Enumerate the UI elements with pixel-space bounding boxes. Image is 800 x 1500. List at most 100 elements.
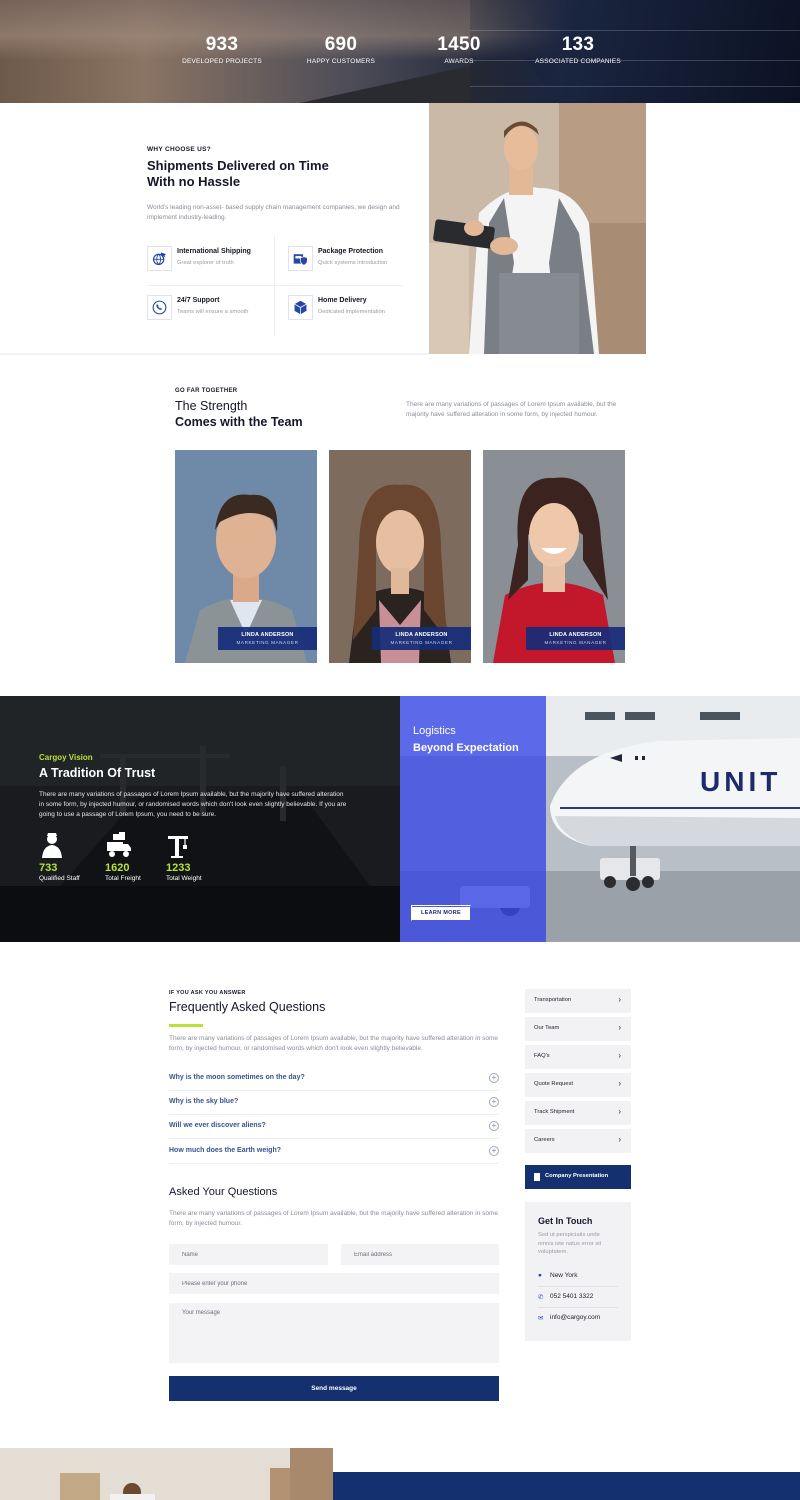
sidebar-item-track-shipment[interactable]: Track Shipment › — [525, 1101, 631, 1125]
faq-question[interactable]: Will we ever discover aliens? + — [169, 1115, 499, 1139]
worker-photo — [429, 103, 646, 354]
vision-eyebrow: Cargoy Vision — [39, 753, 93, 762]
phone-field[interactable] — [169, 1273, 499, 1294]
stat-label: ASSOCIATED COMPANIES — [535, 58, 621, 65]
box-delivery-icon — [288, 295, 313, 320]
feature-subtitle: Dedicated implementation — [318, 309, 386, 315]
touch-email[interactable]: ✉ info@cargoy.com — [538, 1311, 618, 1329]
section-divider — [0, 353, 429, 355]
faq-question-text: Why is the sky blue? — [169, 1098, 239, 1105]
message-field[interactable] — [169, 1303, 499, 1363]
sidebar-item-label: Our Team — [534, 1025, 560, 1031]
faq-question[interactable]: How much does the Earth weigh? + — [169, 1140, 499, 1164]
vision-stat-value: 1233 — [166, 862, 191, 874]
stat-label: AWARDS — [444, 58, 474, 65]
feature-title: International Shipping — [177, 248, 251, 255]
chevron-right-icon: › — [618, 1023, 621, 1032]
email-field[interactable] — [341, 1244, 499, 1265]
feature-title: Home Delivery — [318, 297, 367, 304]
team-member-card[interactable]: LINDA ANDERSON MARKETING MANAGER — [175, 450, 317, 663]
stat-value: 690 — [324, 34, 358, 55]
member-caption: LINDA ANDERSON MARKETING MANAGER — [526, 627, 625, 650]
sidebar-item-transportation[interactable]: Transportation › — [525, 989, 631, 1013]
faq-question[interactable]: Why is the sky blue? + — [169, 1091, 499, 1115]
vision-stat-freight: 1620 Total Freight — [105, 832, 165, 882]
member-role: MARKETING MANAGER — [544, 640, 607, 645]
feature-home-delivery: Home Delivery Dedicated implementation — [288, 295, 408, 335]
ask-title: Asked Your Questions — [169, 1186, 278, 1198]
freight-truck-icon — [107, 832, 131, 857]
faq-eyebrow: IF YOU ASK YOU ANSWER — [169, 990, 246, 996]
vision-stat-value: 733 — [39, 862, 58, 874]
plus-icon[interactable]: + — [489, 1121, 499, 1131]
stat-value: 133 — [561, 34, 595, 55]
location-pin-icon: ● — [538, 1272, 542, 1279]
member-name: LINDA ANDERSON — [241, 632, 294, 638]
why-description: World's leading non-asset- based supply … — [147, 204, 400, 221]
learn-more-button[interactable]: LEARN MORE — [412, 907, 470, 920]
team-title-line2: Comes with the Team — [175, 415, 303, 429]
crane-icon — [168, 836, 188, 858]
sidebar-item-careers[interactable]: Careers › — [525, 1129, 631, 1153]
send-message-button[interactable]: Send message — [169, 1376, 499, 1401]
sidebar-item-faqs[interactable]: FAQ's › — [525, 1045, 631, 1069]
vision-stat-weight: 1233 Total Weight — [166, 832, 226, 882]
team-member-card[interactable]: LINDA ANDERSON MARKETING MANAGER — [483, 450, 625, 663]
faq-question-text: Why is the moon sometimes on the day? — [169, 1074, 305, 1081]
touch-title: Get In Touch — [538, 1216, 593, 1226]
touch-location: ● New York — [538, 1269, 618, 1287]
name-field[interactable] — [169, 1244, 328, 1265]
vision-stat-staff: 733 Qualified Staff — [39, 832, 99, 882]
member-caption: LINDA ANDERSON MARKETING MANAGER — [218, 627, 317, 650]
faq-question[interactable]: Why is the moon sometimes on the day? + — [169, 1067, 499, 1091]
feature-subtitle: Teams will ensure a smooth — [177, 309, 249, 315]
touch-phone-text: 052 5401 3322 — [550, 1293, 594, 1300]
stat-developed-projects: 933 DEVELOPED PROJECTS — [162, 34, 282, 65]
sidebar-item-label: Track Shipment — [534, 1109, 575, 1115]
logistics-title-line2: Beyond Expectation — [413, 742, 519, 754]
globe-plane-icon — [147, 246, 172, 271]
sidebar-item-our-team[interactable]: Our Team › — [525, 1017, 631, 1041]
phone-support-icon — [147, 295, 172, 320]
member-role: MARKETING MANAGER — [390, 640, 453, 645]
vision-description: There are many variations of passages of… — [39, 791, 347, 818]
document-icon — [534, 1173, 540, 1181]
faq-description: There are many variations of passages of… — [169, 1035, 499, 1052]
vision-title: A Tradition Of Trust — [39, 766, 156, 780]
stat-label: DEVELOPED PROJECTS — [182, 58, 262, 65]
why-title-line1: Shipments Delivered on Time — [147, 158, 329, 173]
stat-value: 933 — [205, 34, 239, 55]
sidebar-item-label: FAQ's — [534, 1053, 550, 1059]
faq-title: Frequently Asked Questions — [169, 1000, 326, 1014]
company-presentation-label: Company Presentation — [545, 1173, 609, 1179]
stat-label: HAPPY CUSTOMERS — [306, 58, 376, 65]
plus-icon[interactable]: + — [489, 1146, 499, 1156]
stat-value: 1450 — [437, 34, 481, 55]
sidebar-item-label: Quote Request — [534, 1081, 573, 1087]
sidebar-item-quote-request[interactable]: Quote Request › — [525, 1073, 631, 1097]
touch-phone[interactable]: ✆ 052 5401 3322 — [538, 1290, 618, 1308]
plane-livery-text: UNIT — [700, 766, 782, 797]
chevron-right-icon: › — [618, 1135, 621, 1144]
faq-title-underline — [169, 1024, 203, 1027]
chevron-right-icon: › — [618, 1051, 621, 1060]
stat-happy-customers: 690 HAPPY CUSTOMERS — [281, 34, 401, 65]
plus-icon[interactable]: + — [489, 1097, 499, 1107]
team-title-line1: The Strength — [175, 399, 248, 413]
plus-icon[interactable]: + — [489, 1073, 499, 1083]
vision-stat-label: Total Weight — [166, 875, 202, 882]
member-caption: LINDA ANDERSON MARKETING MANAGER — [372, 627, 471, 650]
vision-stat-label: Qualified Staff — [39, 875, 80, 882]
feature-divider — [274, 236, 275, 336]
feature-subtitle: Great explorer of truth — [177, 260, 234, 266]
phone-icon: ✆ — [538, 1294, 544, 1301]
member-name: LINDA ANDERSON — [549, 632, 602, 638]
feature-title: Package Protection — [318, 248, 383, 255]
why-eyebrow: WHY CHOOSE US? — [147, 146, 212, 153]
stat-associated-companies: 133 ASSOCIATED COMPANIES — [518, 34, 638, 65]
team-member-card[interactable]: LINDA ANDERSON MARKETING MANAGER — [329, 450, 471, 663]
logistics-title-line1: Logistics — [413, 725, 456, 737]
faq-question-text: Will we ever discover aliens? — [169, 1122, 266, 1129]
touch-description: Sed ut perspiciatis unde omnis iste natu… — [538, 1232, 602, 1255]
company-presentation-button[interactable]: Company Presentation — [525, 1165, 631, 1189]
